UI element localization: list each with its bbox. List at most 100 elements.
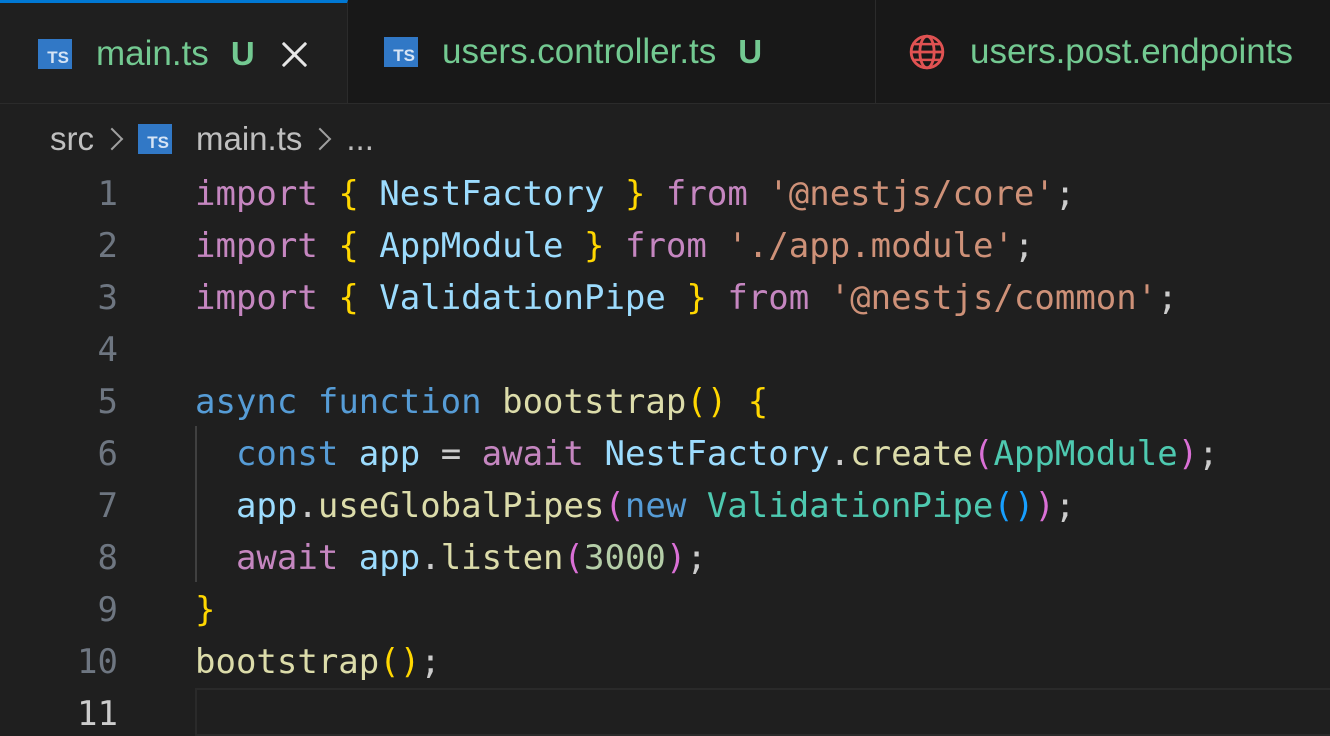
code-token: const	[235, 434, 339, 474]
code-token: import	[195, 278, 318, 318]
code-line[interactable]: 5 async function bootstrap() {	[0, 376, 1330, 428]
tab-users-post-endpoints[interactable]: users.post.endpoints	[876, 0, 1330, 103]
code-line[interactable]: 10 bootstrap();	[0, 636, 1330, 688]
code-token: ;	[1013, 226, 1035, 266]
breadcrumb: src TS main.ts ...	[50, 116, 374, 162]
tab-main-ts[interactable]: TS main.ts U	[0, 0, 348, 103]
code-token: (	[563, 538, 585, 578]
line-number: 5	[97, 382, 118, 422]
code-token: (	[972, 434, 994, 474]
code-text: await app.listen(3000);	[195, 532, 707, 584]
line-number: 7	[97, 486, 118, 526]
code-token: (	[604, 486, 625, 526]
code-text: bootstrap();	[195, 636, 441, 688]
code-token: )	[665, 538, 687, 578]
code-token: )	[1034, 486, 1055, 526]
tab-users-controller-ts[interactable]: TS users.controller.ts U	[348, 0, 876, 103]
untracked-status-badge: U	[738, 33, 763, 70]
code-line[interactable]: 1 import { NestFactory } from '@nestjs/co…	[0, 168, 1330, 220]
code-token: 3000	[584, 538, 666, 578]
code-token: .	[297, 486, 318, 526]
code-line[interactable]: 11	[0, 688, 1330, 736]
code-line[interactable]: 9}	[0, 584, 1330, 636]
code-line[interactable]: 7 app.useGlobalPipes(new ValidationPipe(…	[0, 480, 1330, 532]
code-token: './app.module'	[727, 226, 1014, 266]
code-token: new	[624, 486, 687, 526]
code-token: ;	[420, 642, 441, 682]
code-token: AppModule	[993, 434, 1178, 474]
breadcrumb-symbols[interactable]: ...	[346, 120, 374, 158]
tab-label: main.ts	[96, 34, 209, 73]
code-token: {	[338, 174, 359, 214]
code-token: ()	[993, 486, 1035, 526]
code-token: from	[727, 278, 810, 318]
breadcrumb-file[interactable]: main.ts	[196, 120, 302, 158]
code-token: useGlobalPipes	[317, 486, 605, 526]
code-token: import	[195, 226, 318, 266]
code-token: function	[317, 382, 482, 422]
code-text: import { NestFactory } from '@nestjs/cor…	[195, 168, 1075, 220]
code-token: bootstrap	[195, 642, 380, 682]
code-token: ;	[1054, 174, 1076, 214]
breadcrumb-folder[interactable]: src	[50, 120, 94, 158]
code-token: AppModule	[379, 226, 564, 266]
code-token: create	[850, 434, 973, 474]
code-editor[interactable]: 1 import { NestFactory } from '@nestjs/co…	[0, 168, 1330, 736]
code-token: ValidationPipe	[379, 278, 666, 318]
code-token: }	[195, 590, 216, 630]
code-line[interactable]: 6 const app = await NestFactory.create(A…	[0, 428, 1330, 480]
close-icon[interactable]	[281, 40, 309, 68]
line-number: 11	[77, 694, 118, 734]
code-token: async	[195, 382, 298, 422]
code-text: import { ValidationPipe } from '@nestjs/…	[195, 272, 1178, 324]
code-line[interactable]: 8 await app.listen(3000);	[0, 532, 1330, 584]
code-token: }	[624, 174, 646, 214]
tab-label: users.post.endpoints	[970, 32, 1293, 71]
current-line-highlight	[195, 688, 1330, 736]
code-token: import	[195, 174, 318, 214]
code-token: app	[358, 538, 421, 578]
line-number: 1	[97, 174, 118, 214]
line-number: 2	[97, 226, 118, 266]
code-token: )	[1177, 434, 1199, 474]
code-token: from	[624, 226, 707, 266]
code-token: app	[235, 486, 298, 526]
code-token: from	[665, 174, 748, 214]
code-text: async function bootstrap() {	[195, 376, 768, 428]
editor-tab-bar: TS main.ts U TS users.controller.ts U us…	[0, 0, 1330, 104]
code-line[interactable]: 3 import { ValidationPipe } from '@nestjs…	[0, 272, 1330, 324]
code-token: ()	[686, 382, 728, 422]
code-line[interactable]: 4	[0, 324, 1330, 376]
code-token: ()	[379, 642, 421, 682]
code-token: app	[358, 434, 421, 474]
code-token: ;	[1157, 278, 1178, 318]
code-token: NestFactory	[604, 434, 830, 474]
code-token: await	[481, 434, 584, 474]
code-token: '@nestjs/core'	[768, 174, 1055, 214]
code-text: import { AppModule } from './app.module'…	[195, 220, 1034, 272]
code-text: const app = await NestFactory.create(App…	[195, 428, 1219, 480]
typescript-icon: TS	[138, 124, 172, 154]
code-text: }	[195, 584, 215, 636]
code-line[interactable]: 2 import { AppModule } from './app.module…	[0, 220, 1330, 272]
line-number: 10	[77, 642, 118, 682]
